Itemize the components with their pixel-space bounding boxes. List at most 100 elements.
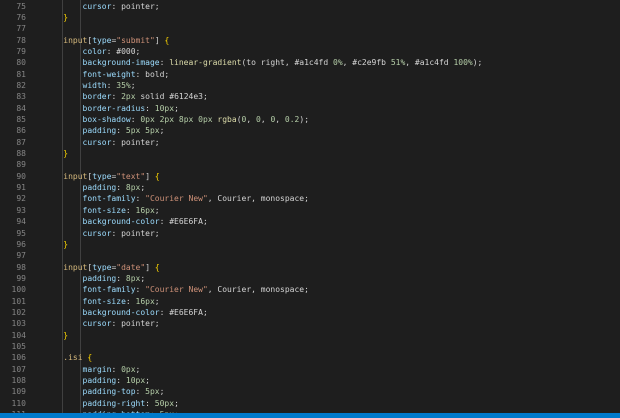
code-token: margin xyxy=(82,364,112,374)
code-line[interactable]: 105 xyxy=(0,341,620,352)
line-number: 90 xyxy=(16,171,26,181)
code-text: padding-top: 5px; xyxy=(44,386,165,397)
code-line[interactable]: 109 padding-top: 5px; xyxy=(0,386,620,397)
code-line[interactable]: 77 xyxy=(0,23,620,34)
code-editor[interactable]: 75 cursor: pointer; 76 } 77 78 input[type="… xyxy=(0,0,620,413)
code-line[interactable]: 85 box-shadow: 0px 2px 8px 0px rgba(0, 0… xyxy=(0,114,620,125)
line-number: 75 xyxy=(16,1,26,11)
code-line[interactable]: 97 xyxy=(0,250,620,261)
code-text: color: #000; xyxy=(44,46,141,57)
line-number: 80 xyxy=(16,58,26,68)
code-line[interactable]: 99 padding: 8px; xyxy=(0,273,620,284)
code-line[interactable]: 103 cursor: pointer; xyxy=(0,318,620,329)
code-text: background-image: linear-gradient(to rig… xyxy=(44,57,483,68)
code-text: } xyxy=(44,239,68,250)
code-token: : xyxy=(106,80,117,90)
code-line[interactable]: 89 xyxy=(0,159,620,170)
line-number: 102 xyxy=(11,307,26,317)
code-line[interactable]: 106 .isi { xyxy=(0,352,620,363)
code-text: background-color: #E6E6FA; xyxy=(44,216,208,227)
code-token: : xyxy=(125,205,136,215)
code-token: : xyxy=(135,194,146,204)
code-token: font-weight xyxy=(82,69,136,79)
code-text: cursor: pointer; xyxy=(44,318,160,329)
code-line[interactable]: 80 background-image: linear-gradient(to … xyxy=(0,57,620,68)
code-line[interactable]: 93 font-size: 16px; xyxy=(0,205,620,216)
line-number: 78 xyxy=(16,35,26,45)
code-text: padding-right: 50px; xyxy=(44,398,179,409)
code-token: : #E6E6FA; xyxy=(159,217,208,227)
code-text: cursor: pointer; xyxy=(44,137,160,148)
code-token: padding xyxy=(82,376,117,386)
code-token: 10px xyxy=(154,103,175,113)
code-token: 51% xyxy=(390,58,406,68)
code-line[interactable]: 75 cursor: pointer; xyxy=(0,1,620,12)
code-token: { xyxy=(154,171,160,181)
code-token: cursor xyxy=(82,228,112,238)
code-token: "date" xyxy=(116,262,146,272)
code-text: background-color: #E6E6FA; xyxy=(44,307,208,318)
code-line[interactable]: 82 width: 35%; xyxy=(0,80,620,91)
code-line[interactable]: 86 padding: 5px 5px; xyxy=(0,125,620,136)
line-number: 94 xyxy=(16,217,26,227)
code-token: .isi xyxy=(63,353,83,363)
code-line[interactable]: 104 } xyxy=(0,330,620,341)
code-token: padding-right xyxy=(82,398,146,408)
code-line[interactable]: 108 padding: 10px; xyxy=(0,375,620,386)
code-line[interactable]: 91 padding: 8px; xyxy=(0,182,620,193)
line-number: 82 xyxy=(16,80,26,90)
code-line[interactable]: 81 font-weight: bold; xyxy=(0,69,620,80)
code-line[interactable]: 79 color: #000; xyxy=(0,46,620,57)
code-token: "Courier New" xyxy=(145,194,208,204)
code-token: { xyxy=(87,353,93,363)
code-line[interactable]: 96 } xyxy=(0,239,620,250)
line-number: 103 xyxy=(11,319,26,329)
code-token: 16px xyxy=(135,205,155,215)
code-token: cursor xyxy=(82,319,112,329)
status-bar xyxy=(0,413,620,418)
code-line[interactable]: 88 } xyxy=(0,148,620,159)
code-token: padding xyxy=(82,183,117,193)
code-line[interactable]: 102 background-color: #E6E6FA; xyxy=(0,307,620,318)
code-line[interactable]: 87 cursor: pointer; xyxy=(0,137,620,148)
line-number: 83 xyxy=(16,92,26,102)
line-number: 110 xyxy=(11,398,26,408)
code-line[interactable]: 83 border: 2px solid #6124e3; xyxy=(0,91,620,102)
code-line[interactable]: 100 font-family: "Courier New", Courier,… xyxy=(0,284,620,295)
code-token: , xyxy=(260,115,271,124)
code-token: : pointer; xyxy=(111,228,160,238)
code-token: , #c2e9fb xyxy=(342,58,391,68)
line-number: 106 xyxy=(11,353,26,363)
code-line[interactable]: 98 input[type="date"] { xyxy=(0,262,620,273)
code-line[interactable]: 92 font-family: "Courier New", Courier, … xyxy=(0,193,620,204)
code-text: padding: 5px 5px; xyxy=(44,125,165,136)
code-line[interactable]: 101 font-size: 16px; xyxy=(0,296,620,307)
code-token: 5px xyxy=(145,387,160,397)
code-line[interactable]: 90 input[type="text"] { xyxy=(0,171,620,182)
line-number: 107 xyxy=(11,364,26,374)
code-line[interactable]: 78 input[type="submit"] { xyxy=(0,35,620,46)
code-token: font-family xyxy=(82,194,136,204)
code-line[interactable]: 94 background-color: #E6E6FA; xyxy=(0,216,620,227)
code-token: 5px 5px xyxy=(125,126,160,136)
code-line[interactable]: 84 border-radius: 10px; xyxy=(0,103,620,114)
code-line[interactable]: 95 cursor: pointer; xyxy=(0,228,620,239)
code-text: box-shadow: 0px 2px 8px 0px rgba(0, 0, 0… xyxy=(44,114,309,125)
code-line[interactable]: 110 padding-right: 50px; xyxy=(0,398,620,409)
code-line[interactable]: 76 } xyxy=(0,12,620,23)
code-line[interactable]: 107 margin: 0px; xyxy=(0,364,620,375)
line-number: 101 xyxy=(11,296,26,306)
code-token: } xyxy=(63,149,69,159)
